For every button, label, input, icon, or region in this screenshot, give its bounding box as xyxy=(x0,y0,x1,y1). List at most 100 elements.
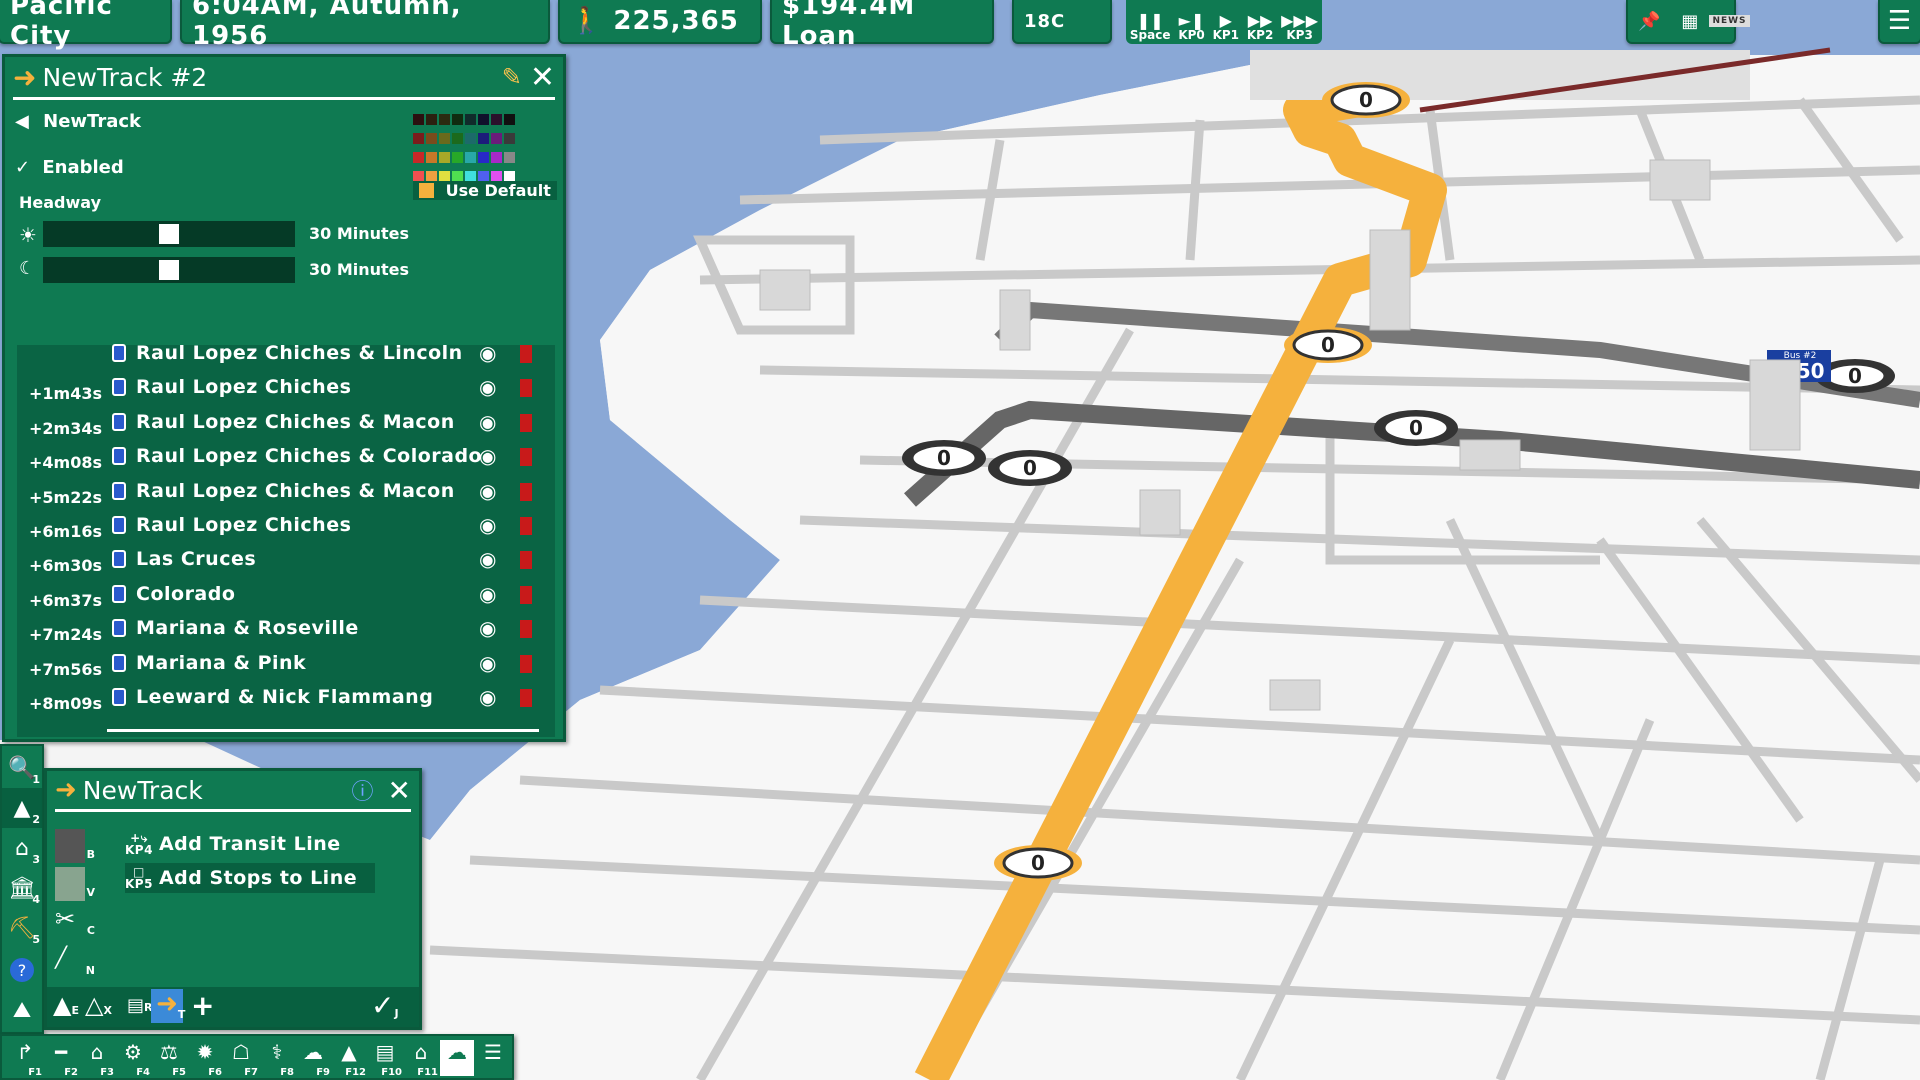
power-tool-icon[interactable]: ✹ F6 xyxy=(188,1040,222,1078)
color-swatch[interactable] xyxy=(413,114,424,125)
stop-item[interactable]: Las Cruces xyxy=(112,545,256,573)
rail-mode-button[interactable]: B xyxy=(55,829,95,863)
stop-list[interactable]: Raul Lopez Chiches & Lincoln ◉ +1m43s Raul … xyxy=(17,341,555,737)
color-swatch[interactable] xyxy=(478,114,489,125)
close-icon[interactable]: ✕ xyxy=(388,774,411,807)
fast-button[interactable]: ▶▶ KP2 xyxy=(1247,13,1273,42)
color-swatch[interactable] xyxy=(413,152,424,163)
newspaper-icon[interactable]: NEWS xyxy=(1709,15,1750,27)
eye-icon[interactable]: ◉ xyxy=(479,547,496,571)
amenity-tool[interactable]: 🏛 4 xyxy=(2,868,42,908)
stop-item[interactable]: Colorado xyxy=(112,580,235,608)
day-headway-knob[interactable] xyxy=(159,224,179,244)
road-icon[interactable]: ▲ E xyxy=(53,991,79,1019)
color-swatch[interactable] xyxy=(426,133,437,144)
zone-tool-icon[interactable]: ⌂ F11 xyxy=(404,1040,438,1078)
night-headway-knob[interactable] xyxy=(159,260,179,280)
eye-icon[interactable]: ◉ xyxy=(479,375,496,399)
eye-icon[interactable]: ◉ xyxy=(479,479,496,503)
color-swatch[interactable] xyxy=(478,152,489,163)
stop-marker[interactable]: 0 xyxy=(1374,410,1458,446)
use-default-button[interactable]: Use Default xyxy=(413,181,557,200)
trash-icon[interactable] xyxy=(520,551,532,570)
close-icon[interactable]: ✕ xyxy=(530,60,555,95)
eye-icon[interactable]: ◉ xyxy=(479,651,496,675)
population-box[interactable]: 🚶 225,365 xyxy=(558,0,762,44)
night-headway-slider[interactable] xyxy=(43,257,295,283)
stop-item[interactable]: Raul Lopez Chiches & Macon xyxy=(112,408,455,436)
color-swatch[interactable] xyxy=(491,114,502,125)
color-swatch[interactable] xyxy=(439,114,450,125)
trash-icon[interactable] xyxy=(520,654,532,673)
color-swatch[interactable] xyxy=(491,152,502,163)
trash-icon[interactable] xyxy=(520,689,532,707)
color-swatch[interactable] xyxy=(465,114,476,125)
color-swatch[interactable] xyxy=(452,152,463,163)
stop-marker[interactable]: 0 xyxy=(902,440,986,476)
stop-marker[interactable]: 0 xyxy=(1322,82,1410,118)
color-swatch[interactable] xyxy=(504,133,515,144)
eye-icon[interactable]: ◉ xyxy=(479,685,496,709)
stop-item[interactable]: Leeward & Nick Flammang xyxy=(112,683,433,711)
weather-box[interactable]: 18C xyxy=(1012,0,1112,44)
stop-marker[interactable]: 0 xyxy=(988,450,1072,486)
color-swatch[interactable] xyxy=(439,133,450,144)
eye-icon[interactable]: ◉ xyxy=(479,341,496,365)
step-button[interactable]: ►❚ KP0 xyxy=(1178,13,1204,42)
water-tool-icon[interactable]: ☖ F7 xyxy=(224,1040,258,1078)
eye-icon[interactable]: ◉ xyxy=(479,410,496,434)
back-button[interactable]: ◀ NewTrack xyxy=(15,111,141,132)
track-transit-icon[interactable]: ➜ T xyxy=(151,989,185,1023)
traffic-tool-icon[interactable]: ▲ F12 xyxy=(332,1040,366,1078)
pause-button[interactable]: ❚❚ Space xyxy=(1130,13,1171,42)
house-tool-icon[interactable]: ⌂ F3 xyxy=(80,1040,114,1078)
trash-icon[interactable] xyxy=(520,482,532,501)
eye-icon[interactable]: ◉ xyxy=(479,444,496,468)
stop-marker[interactable]: 0 xyxy=(1284,327,1372,363)
stop-item[interactable]: Raul Lopez Chiches & Lincoln xyxy=(112,339,463,367)
color-swatch[interactable] xyxy=(413,133,424,144)
transport-tool[interactable]: ▲ 2 xyxy=(2,788,42,828)
commerce-tool-icon[interactable]: ⚖ F5 xyxy=(152,1040,186,1078)
main-menu-button[interactable]: ☰ xyxy=(1878,0,1920,44)
grid-icon[interactable]: ▦ xyxy=(1671,11,1709,32)
track-mode-button[interactable]: V xyxy=(55,867,95,901)
eye-icon[interactable]: ◉ xyxy=(479,582,496,606)
confirm-check-icon[interactable]: ✓ J xyxy=(371,989,399,1022)
color-swatch[interactable] xyxy=(478,133,489,144)
stop-marker[interactable]: 0 xyxy=(994,845,1082,881)
add-transit-line-button[interactable]: +⤷ KP4 Add Transit Line xyxy=(125,829,341,859)
eye-icon[interactable]: ◉ xyxy=(479,616,496,640)
help-tool[interactable]: ? xyxy=(2,950,42,990)
color-swatch[interactable] xyxy=(452,114,463,125)
color-swatch[interactable] xyxy=(465,133,476,144)
color-swatch[interactable] xyxy=(426,152,437,163)
weather-tool-icon[interactable]: ☁ xyxy=(440,1040,474,1076)
rail-line-button[interactable]: ╱ N xyxy=(55,945,95,979)
stop-item[interactable]: Raul Lopez Chiches & Colorado xyxy=(112,442,482,470)
color-swatch[interactable] xyxy=(504,114,515,125)
trash-icon[interactable] xyxy=(520,517,532,535)
play-button[interactable]: ▶ KP1 xyxy=(1213,13,1239,42)
color-swatch[interactable] xyxy=(491,133,502,144)
industry-tool-icon[interactable]: ⚙ F4 xyxy=(116,1040,150,1078)
city-name-box[interactable]: Pacific City xyxy=(0,0,172,51)
bulldozer-tool[interactable]: ⛏ 5 xyxy=(2,908,42,948)
trash-icon[interactable] xyxy=(520,448,532,467)
rail-tool-icon[interactable]: ━ F2 xyxy=(44,1040,78,1078)
color-swatch[interactable] xyxy=(452,133,463,144)
budget-box[interactable]: $194.4M Loan xyxy=(770,0,994,51)
eye-icon[interactable]: ◉ xyxy=(479,513,496,537)
transit-tool-icon[interactable]: ▤ F10 xyxy=(368,1040,402,1078)
color-swatch[interactable] xyxy=(439,152,450,163)
scissors-icon[interactable]: ✂ C xyxy=(55,905,95,939)
stop-list-scrollbar[interactable] xyxy=(107,729,539,732)
datetime-box[interactable]: 6:04AM, Autumn, 1956 xyxy=(180,0,550,51)
bus-icon[interactable]: ▤ R xyxy=(127,995,153,1016)
bridge-icon[interactable]: △ X xyxy=(85,991,112,1019)
hospital-tool-icon[interactable]: ⚕ F8 xyxy=(260,1040,294,1078)
terrain-tool[interactable]: ⛰ xyxy=(2,990,42,1030)
color-swatch[interactable] xyxy=(426,114,437,125)
stop-item[interactable]: Raul Lopez Chiches xyxy=(112,511,351,539)
trash-icon[interactable] xyxy=(520,585,532,604)
